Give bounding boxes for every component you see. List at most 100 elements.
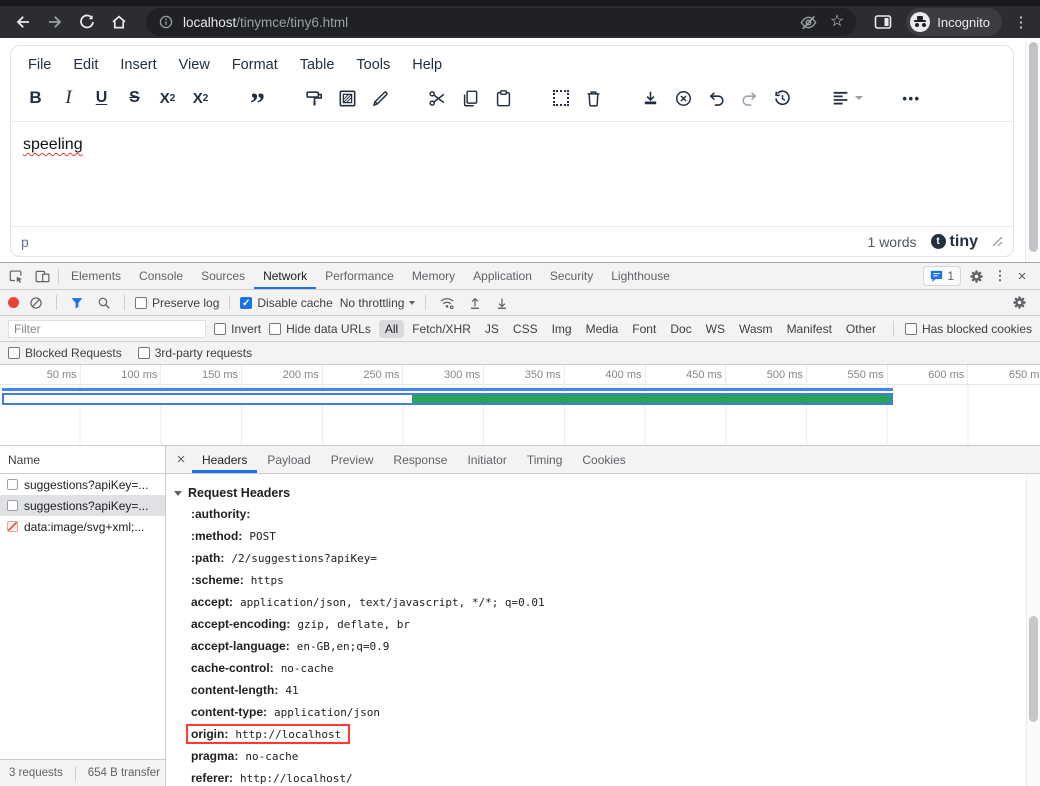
headers-scrollbar-thumb[interactable] — [1029, 616, 1038, 722]
hide-data-urls-checkbox[interactable]: Hide data URLs — [269, 322, 371, 336]
devtools-tab-console[interactable]: Console — [130, 263, 192, 289]
detail-tab-response[interactable]: Response — [383, 446, 457, 473]
paste-button[interactable] — [487, 82, 520, 114]
import-har-button[interactable] — [465, 290, 485, 315]
format-painter-button[interactable] — [298, 82, 331, 114]
bold-button[interactable]: B — [19, 82, 52, 114]
menu-view[interactable]: View — [170, 53, 219, 77]
filter-type-doc[interactable]: Doc — [664, 320, 697, 338]
third-party-requests-checkbox[interactable]: 3rd-party requests — [138, 346, 252, 360]
italic-button[interactable]: I — [52, 82, 85, 114]
network-settings-button[interactable] — [1006, 290, 1032, 315]
filter-type-js[interactable]: JS — [479, 320, 505, 338]
devtools-tab-performance[interactable]: Performance — [316, 263, 403, 289]
align-dropdown[interactable] — [823, 82, 871, 114]
image-button[interactable] — [331, 82, 364, 114]
menu-tools[interactable]: Tools — [347, 53, 399, 77]
network-overview[interactable] — [0, 385, 1040, 446]
request-headers-section[interactable]: Request Headers — [174, 482, 1018, 503]
devtools-tab-security[interactable]: Security — [541, 263, 602, 289]
undo-button[interactable] — [700, 82, 733, 114]
filter-type-font[interactable]: Font — [626, 320, 662, 338]
forward-button[interactable] — [40, 8, 70, 36]
detail-tab-cookies[interactable]: Cookies — [572, 446, 635, 473]
reload-button[interactable] — [72, 8, 102, 36]
menu-help[interactable]: Help — [403, 53, 451, 77]
copy-button[interactable] — [454, 82, 487, 114]
name-column-header[interactable]: Name — [0, 446, 165, 474]
headers-scrollbar[interactable] — [1026, 474, 1040, 786]
menu-table[interactable]: Table — [291, 53, 344, 77]
request-row[interactable]: suggestions?apiKey=... — [0, 495, 165, 516]
detail-tab-initiator[interactable]: Initiator — [457, 446, 516, 473]
filter-type-css[interactable]: CSS — [507, 320, 544, 338]
devtools-tab-application[interactable]: Application — [464, 263, 541, 289]
filter-type-wasm[interactable]: Wasm — [733, 320, 779, 338]
detail-tab-headers[interactable]: Headers — [192, 446, 257, 473]
devtools-tab-sources[interactable]: Sources — [192, 263, 254, 289]
select-all-button[interactable] — [544, 82, 577, 114]
filter-type-img[interactable]: Img — [546, 320, 578, 338]
subscript-button[interactable]: X2 — [151, 82, 184, 114]
devtools-menu-button[interactable]: ⋮ — [991, 268, 1009, 284]
preserve-log-checkbox[interactable]: Preserve log — [135, 296, 219, 310]
network-conditions-button[interactable] — [436, 290, 458, 315]
detail-tab-timing[interactable]: Timing — [517, 446, 573, 473]
device-toolbar-button[interactable] — [29, 263, 55, 289]
bookmark-star-icon[interactable]: ☆ — [830, 14, 844, 30]
filter-type-all[interactable]: All — [379, 320, 404, 338]
cut-button[interactable] — [421, 82, 454, 114]
restore-draft-button[interactable] — [766, 82, 799, 114]
resize-handle-icon[interactable] — [992, 236, 1003, 247]
delete-button[interactable] — [577, 82, 610, 114]
home-button[interactable] — [104, 8, 134, 36]
blockquote-button[interactable]: ” — [241, 82, 274, 114]
page-scrollbar[interactable] — [1025, 38, 1040, 262]
menu-insert[interactable]: Insert — [111, 53, 165, 77]
cancel-button[interactable] — [667, 82, 700, 114]
devtools-tab-lighthouse[interactable]: Lighthouse — [602, 263, 679, 289]
record-network-log-button[interactable] — [8, 297, 19, 308]
misspelled-word[interactable]: speeling — [23, 136, 83, 153]
filter-toggle-button[interactable] — [67, 290, 87, 315]
filter-type-manifest[interactable]: Manifest — [781, 320, 838, 338]
filter-input[interactable] — [8, 320, 206, 338]
disable-cache-checkbox[interactable]: ✓ Disable cache — [240, 296, 332, 310]
word-count[interactable]: 1 words — [868, 234, 917, 250]
filter-type-ws[interactable]: WS — [700, 320, 731, 338]
close-detail-pane-button[interactable]: × — [170, 451, 192, 468]
network-search-button[interactable] — [94, 290, 114, 315]
redo-button[interactable] — [733, 82, 766, 114]
menu-edit[interactable]: Edit — [64, 53, 107, 77]
devtools-tab-elements[interactable]: Elements — [62, 263, 130, 289]
inspect-element-button[interactable] — [3, 263, 29, 289]
devtools-tab-memory[interactable]: Memory — [403, 263, 464, 289]
editor-content-area[interactable]: speeling — [11, 122, 1013, 226]
menu-file[interactable]: File — [19, 53, 60, 77]
side-panel-button[interactable] — [868, 8, 898, 36]
tiny-branding[interactable]: t tiny — [931, 233, 978, 251]
back-button[interactable] — [8, 8, 38, 36]
detail-tab-preview[interactable]: Preview — [321, 446, 384, 473]
url-bar[interactable]: localhost/tinymce/tiny6.html ☆ — [146, 8, 856, 36]
export-button[interactable] — [634, 82, 667, 114]
detail-tab-payload[interactable]: Payload — [257, 446, 320, 473]
filter-type-media[interactable]: Media — [580, 320, 625, 338]
issues-counter[interactable]: 1 — [923, 266, 961, 286]
request-row[interactable]: suggestions?apiKey=... — [0, 474, 165, 495]
more-button[interactable]: ••• — [895, 82, 928, 114]
has-blocked-cookies-checkbox[interactable]: Has blocked cookies — [905, 322, 1032, 336]
tracking-protection-eye-off-icon[interactable] — [799, 13, 818, 32]
invert-checkbox[interactable]: Invert — [214, 322, 261, 336]
filter-type-other[interactable]: Other — [840, 320, 882, 338]
devtools-settings-button[interactable] — [963, 269, 989, 284]
clear-network-log-button[interactable] — [26, 290, 46, 315]
devtools-tab-network[interactable]: Network — [254, 263, 316, 289]
page-scrollbar-thumb[interactable] — [1029, 42, 1038, 252]
devtools-close-button[interactable]: × — [1011, 268, 1033, 285]
browser-menu-button[interactable]: ⋮ — [1010, 13, 1032, 31]
strikethrough-button[interactable]: S — [118, 82, 151, 114]
element-path[interactable]: p — [21, 234, 29, 250]
pen-button[interactable] — [364, 82, 397, 114]
incognito-badge[interactable]: Incognito — [906, 8, 1002, 36]
